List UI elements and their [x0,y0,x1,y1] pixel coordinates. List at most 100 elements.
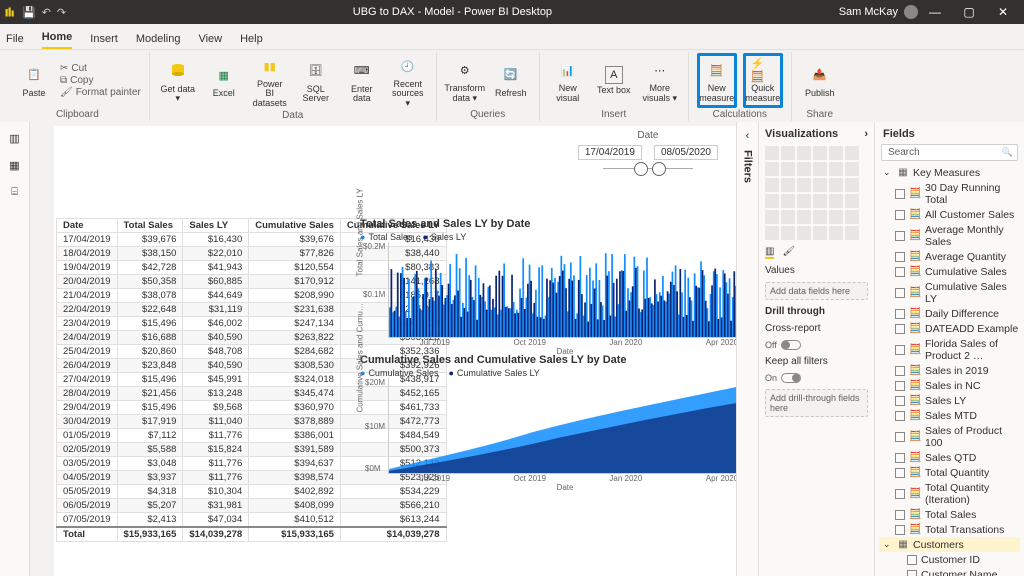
visual-type-icon[interactable] [813,146,827,160]
visual-type-icon[interactable] [781,146,795,160]
visual-type-icon[interactable] [765,226,779,240]
sql-button[interactable]: 🗄SQL Server [296,57,336,106]
new-visual-button[interactable]: 📊New visual [548,56,588,105]
maximize-button[interactable]: ▢ [952,5,986,19]
keep-filters-toggle[interactable]: On [765,373,868,383]
visual-type-icon[interactable] [797,146,811,160]
measure-item[interactable]: 🧮Sales QTD [879,450,1020,465]
visual-type-icon[interactable] [845,178,859,192]
measure-item[interactable]: 🧮Sales of Product 100 [879,423,1020,450]
tab-insert[interactable]: Insert [90,29,118,49]
pbi-datasets-button[interactable]: ▮▮Power BI datasets [250,52,290,110]
measure-item[interactable]: 🧮Total Transations [879,522,1020,537]
expand-icon[interactable]: › [864,128,868,140]
paste-button[interactable]: 📋Paste [14,61,54,100]
model-view-icon[interactable]: ⌸ [11,186,18,199]
visual-type-icon[interactable] [829,178,843,192]
measure-item[interactable]: 🧮Total Sales [879,507,1020,522]
cut-button[interactable]: ✂ Cut [60,63,141,74]
transform-data-button[interactable]: ⚙Transform data ▾ [445,56,485,105]
save-icon[interactable]: 💾 [22,6,36,19]
chart-cumulative[interactable]: Cumulative Sales and Cumulative Sales LY… [360,354,736,492]
visual-type-icon[interactable] [765,178,779,192]
measure-item[interactable]: 🧮Sales LY [879,393,1020,408]
visual-type-icon[interactable] [765,194,779,208]
tab-view[interactable]: View [198,29,222,49]
table-node[interactable]: ⌄▦Customers [879,537,1020,552]
visual-type-icon[interactable] [781,194,795,208]
refresh-button[interactable]: 🔄Refresh [491,61,531,100]
visual-type-icon[interactable] [845,194,859,208]
table-header[interactable]: Date [57,219,118,233]
table-row[interactable]: 06/05/2019$5,207$31,981$408,099$566,210 [57,499,447,513]
table-header[interactable]: Sales LY [183,219,249,233]
table-header[interactable]: Cumulative Sales [249,219,341,233]
visual-type-icon[interactable] [765,146,779,160]
format-tab-icon[interactable]: 🖌 [782,246,795,259]
chart-total-sales[interactable]: Total Sales and Sales LY by Date Total S… [360,218,736,356]
visual-type-icon[interactable] [765,162,779,176]
date-slicer[interactable]: Date 17/04/2019 08/05/2020 [578,130,718,169]
drill-well[interactable]: Add drill-through fields here [765,389,868,417]
visual-type-icon[interactable] [829,210,843,224]
table-row[interactable]: 07/05/2019$2,413$47,034$410,512$613,244 [57,513,447,528]
slicer-to[interactable]: 08/05/2020 [654,145,718,160]
visual-type-icon[interactable] [845,210,859,224]
visual-type-icon[interactable] [829,146,843,160]
visual-type-icon[interactable] [813,162,827,176]
tab-help[interactable]: Help [240,29,263,49]
measure-item[interactable]: 🧮Sales in NC [879,378,1020,393]
visual-type-icon[interactable] [845,162,859,176]
report-view-icon[interactable]: ▥ [9,132,19,145]
slicer-slider[interactable] [603,168,693,169]
excel-button[interactable]: ▦Excel [204,61,244,100]
table-header[interactable]: Total Sales [117,219,183,233]
tab-file[interactable]: File [6,29,24,49]
values-well[interactable]: Add data fields here [765,282,868,300]
measure-item[interactable]: 🧮Average Quantity [879,249,1020,264]
visual-type-icon[interactable] [829,226,843,240]
slicer-from[interactable]: 17/04/2019 [578,145,642,160]
visual-type-icon[interactable] [813,194,827,208]
column-item[interactable]: Customer Name [879,567,1020,576]
tab-home[interactable]: Home [42,27,73,49]
publish-button[interactable]: 📤Publish [800,61,840,100]
user-name[interactable]: Sam McKay [839,6,898,18]
search-input[interactable]: Search [881,144,1018,161]
column-item[interactable]: Customer ID [879,552,1020,567]
measure-item[interactable]: 🧮Average Monthly Sales [879,222,1020,249]
table-node[interactable]: ⌄▦Key Measures [879,165,1020,180]
measure-item[interactable]: 🧮Total Quantity (Iteration) [879,480,1020,507]
visual-type-icon[interactable] [797,194,811,208]
measure-item[interactable]: 🧮Cumulative Sales [879,264,1020,279]
visual-gallery[interactable] [765,146,868,240]
get-data-button[interactable]: Get data ▾ [158,57,198,106]
more-visuals-button[interactable]: ⋯More visuals ▾ [640,56,680,105]
visual-type-icon[interactable] [813,226,827,240]
visual-type-icon[interactable] [797,178,811,192]
measure-item[interactable]: 🧮Cumulative Sales LY [879,279,1020,306]
cross-report-toggle[interactable]: Off [765,340,868,350]
fields-tab-icon[interactable]: ▥ [765,246,774,259]
visual-type-icon[interactable] [797,210,811,224]
measure-item[interactable]: 🧮All Customer Sales [879,207,1020,222]
report-canvas[interactable]: Date 17/04/2019 08/05/2020 DateTotal Sal… [30,122,736,576]
visual-type-icon[interactable] [781,178,795,192]
visual-type-icon[interactable] [781,210,795,224]
quick-measure-button[interactable]: ⚡🧮Quick measure [743,53,783,108]
visual-type-icon[interactable] [829,194,843,208]
visual-type-icon[interactable] [845,146,859,160]
visual-type-icon[interactable] [765,210,779,224]
measure-item[interactable]: 🧮Florida Sales of Product 2 … [879,336,1020,363]
avatar[interactable] [904,5,918,19]
visual-type-icon[interactable] [797,226,811,240]
data-view-icon[interactable]: ▦ [9,159,19,172]
visual-type-icon[interactable] [829,162,843,176]
visual-type-icon[interactable] [845,226,859,240]
visual-type-icon[interactable] [813,178,827,192]
visual-type-icon[interactable] [797,162,811,176]
text-box-button[interactable]: AText box [594,64,634,97]
measure-item[interactable]: 🧮Daily Difference [879,306,1020,321]
new-measure-button[interactable]: 🧮New measure [697,53,737,108]
recent-sources-button[interactable]: 🕘Recent sources ▾ [388,52,428,110]
